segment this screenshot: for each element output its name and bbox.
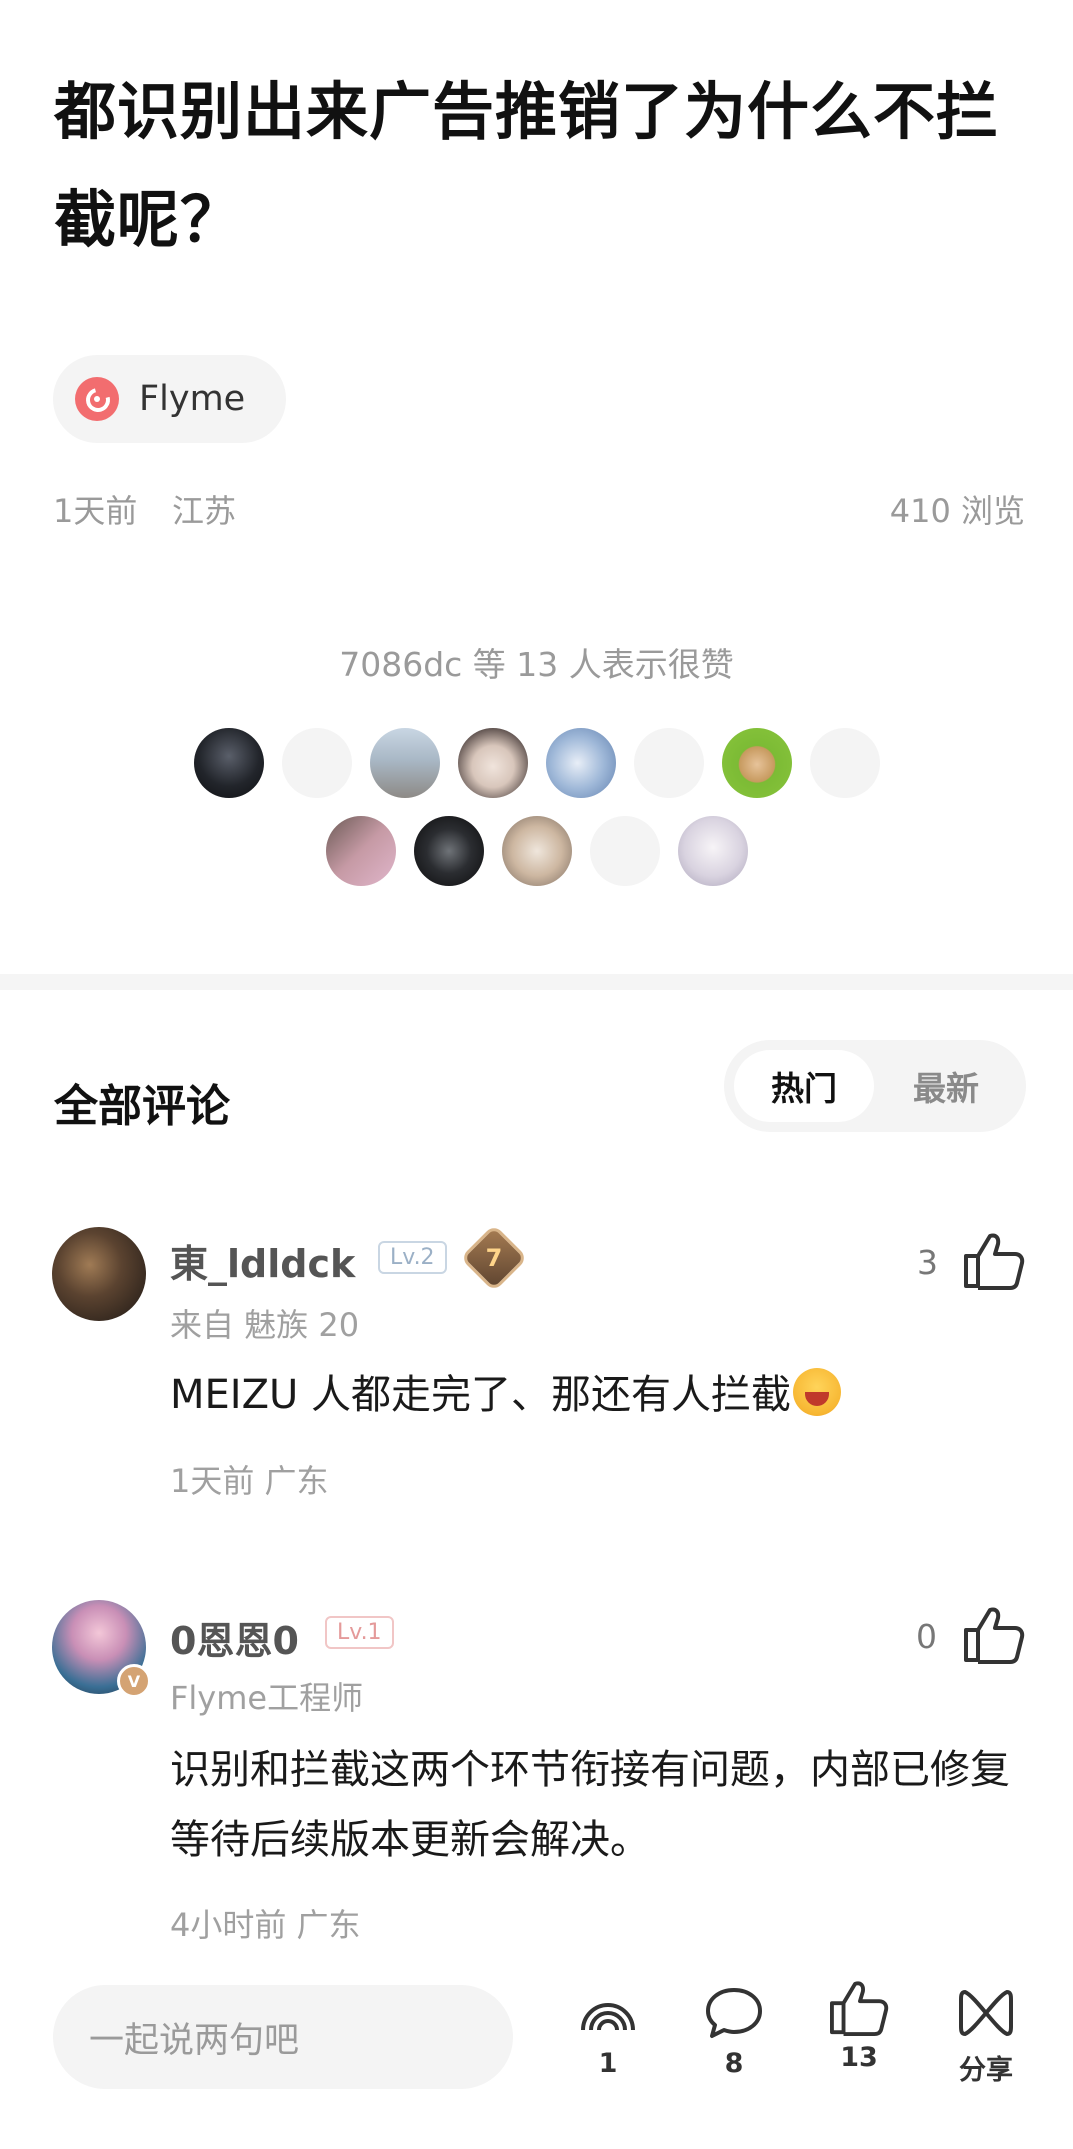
- comments-title: 全部评论: [54, 1081, 230, 1132]
- post-location: 江苏: [172, 492, 237, 530]
- comment-time: 1天前 广东: [170, 1462, 329, 1500]
- post-time: 1天前: [53, 492, 138, 530]
- collect-count: 1: [598, 2048, 618, 2079]
- liker-avatars-row: [0, 816, 1073, 886]
- comment-input[interactable]: 一起说两句吧: [53, 1985, 513, 2089]
- comment-text: 识别和拦截这两个环节衔接有问题，内部已修复等待后续版本更新会解决。: [170, 1747, 1010, 1863]
- comment-like-count: 0: [916, 1617, 937, 1656]
- avatar[interactable]: [589, 816, 660, 886]
- share-button[interactable]: 分享: [941, 1984, 1031, 2087]
- like-button[interactable]: 13: [814, 1978, 904, 2073]
- likes-summary[interactable]: 7086dc 等 13 人表示很赞: [0, 638, 1073, 686]
- level-badge: Lv.1: [325, 1616, 394, 1649]
- sort-hot-button[interactable]: 热门: [734, 1050, 874, 1122]
- avatar[interactable]: [721, 728, 792, 798]
- share-label: 分享: [959, 2055, 1013, 2086]
- medal-icon: 7: [460, 1224, 528, 1292]
- verified-badge: V: [117, 1664, 151, 1698]
- comment-like-count: 3: [917, 1243, 938, 1282]
- avatar[interactable]: [501, 816, 572, 886]
- comment-bubble-icon: [706, 1988, 762, 2038]
- avatar[interactable]: [809, 728, 880, 798]
- thumbs-up-icon: [830, 1981, 889, 2036]
- flyme-logo-icon: [75, 377, 119, 421]
- avatar[interactable]: [545, 728, 616, 798]
- comment-time: 4小时前 广东: [170, 1906, 361, 1944]
- avatar[interactable]: [457, 728, 528, 798]
- topic-chip[interactable]: Flyme: [53, 355, 286, 443]
- comment-author[interactable]: 0恩恩0: [170, 1610, 299, 1665]
- like-count: 13: [840, 2042, 878, 2073]
- level-badge: Lv.2: [378, 1241, 447, 1274]
- avatar[interactable]: [325, 816, 396, 886]
- thumbs-up-icon[interactable]: [962, 1604, 1026, 1664]
- comment-author-title: Flyme工程师: [170, 1679, 364, 1717]
- comment-count: 8: [724, 2048, 744, 2079]
- thumbs-up-icon[interactable]: [962, 1230, 1026, 1290]
- collect-arc-icon: [581, 2003, 635, 2031]
- sort-new-button[interactable]: 最新: [876, 1050, 1016, 1122]
- collect-button[interactable]: 1: [563, 1984, 653, 2079]
- comment-author[interactable]: 東_ldldck: [170, 1233, 355, 1288]
- comment-text-body: MEIZU 人都走完了、那还有人拦截: [170, 1372, 791, 1418]
- comment-text: MEIZU 人都走完了、那还有人拦截: [170, 1360, 1030, 1430]
- avatar[interactable]: [369, 728, 440, 798]
- liker-avatars-row: [0, 728, 1073, 798]
- avatar[interactable]: [52, 1227, 146, 1321]
- post-title: 都识别出来广告推销了为什么不拦截呢？: [54, 75, 1000, 256]
- avatar[interactable]: [193, 728, 264, 798]
- view-count: 410 浏览: [889, 492, 1025, 530]
- comment-button[interactable]: 8: [689, 1984, 779, 2079]
- section-divider: [0, 974, 1073, 990]
- comment-input-placeholder: 一起说两句吧: [89, 2020, 300, 2061]
- laughing-crying-emoji-icon: [792, 1368, 841, 1416]
- share-icon: [959, 1990, 1013, 2036]
- comment-sort-toggle: 热门 最新: [724, 1040, 1026, 1132]
- avatar[interactable]: [413, 816, 484, 886]
- avatar[interactable]: [677, 816, 748, 886]
- comment-device: 来自 魅族 20: [170, 1306, 360, 1344]
- avatar[interactable]: [633, 728, 704, 798]
- avatar[interactable]: [281, 728, 352, 798]
- medal-number: 7: [485, 1244, 503, 1272]
- topic-label: Flyme: [139, 379, 246, 419]
